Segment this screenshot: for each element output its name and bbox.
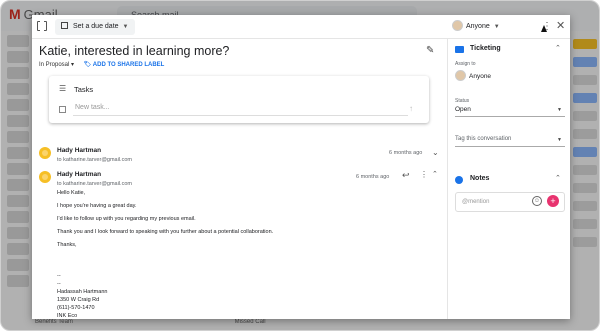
chevron-down-icon: ▼ xyxy=(122,24,129,30)
chevron-down-icon[interactable]: ⌄ xyxy=(432,148,439,157)
body-line: INK Eco xyxy=(57,313,78,319)
chevron-up-icon[interactable]: ⌃ xyxy=(432,170,438,178)
body-line: Thank you and I look forward to speaking… xyxy=(57,229,274,235)
note-placeholder: @mention xyxy=(462,199,490,205)
add-shared-label-button[interactable]: 🏷 ADD TO SHARED LABEL xyxy=(84,62,165,68)
emoji-icon[interactable]: ☺ xyxy=(532,196,542,206)
new-task-input[interactable]: New task... xyxy=(75,104,110,111)
body-line: Thanks, xyxy=(57,242,77,248)
status-dropdown[interactable]: Open xyxy=(455,106,471,113)
add-note-button[interactable]: + xyxy=(547,195,559,207)
modal-toolbar: Set a due date ▼ Anyone ▼ ⋮ ✕ xyxy=(32,15,570,39)
ticketing-section: Ticketing ⌃ Assign to Anyone Status Open… xyxy=(448,39,570,149)
close-icon[interactable]: ✕ xyxy=(556,18,565,34)
body-line: (611)-570-1470 xyxy=(57,305,95,311)
ticketing-sidebar: Ticketing ⌃ Assign to Anyone Status Open… xyxy=(447,39,570,319)
avatar xyxy=(39,171,51,183)
body-line: I hope you're having a great day. xyxy=(57,203,137,209)
conversation-pane: Katie, interested in learning more? ✎ In… xyxy=(32,39,447,319)
tasks-title: Tasks xyxy=(74,85,94,94)
conversation-modal: Set a due date ▼ Anyone ▼ ⋮ ✕ Katie, inter… xyxy=(32,15,570,319)
tag-conversation-field[interactable]: Tag this conversation xyxy=(455,136,511,142)
app-window: MGmail Search mail Benefits Team Missed … xyxy=(0,0,600,331)
tasks-list-icon: ☰ xyxy=(59,84,67,93)
body-line: -- xyxy=(57,273,61,279)
email-subject: Katie, interested in learning more? xyxy=(39,44,230,58)
message-recipient: to katharine.tarver@gmail.com xyxy=(57,181,132,187)
body-line: 1350 W Craig Rd xyxy=(57,297,100,303)
chevron-up-icon[interactable]: ⌃ xyxy=(555,174,561,182)
note-input[interactable]: @mention ☺ + xyxy=(455,192,565,212)
avatar xyxy=(39,147,51,159)
chevron-down-icon: ▼ xyxy=(493,24,500,30)
label-row: In Proposal ▾ 🏷 ADD TO SHARED LABEL xyxy=(39,61,164,68)
message-recipient: to katharine.tarver@gmail.com xyxy=(57,157,132,163)
avatar xyxy=(452,20,463,31)
assignee-label: Anyone xyxy=(466,23,490,30)
body-line: Hadassah Hartmann xyxy=(57,289,108,295)
edit-icon[interactable]: ✎ xyxy=(426,45,434,56)
status-underline xyxy=(455,116,565,117)
dropdown-arrow-icon: ▼ xyxy=(557,137,562,143)
message-time: 6 months ago xyxy=(389,150,423,156)
body-line: Hello Katie, xyxy=(57,190,86,196)
send-arrow-icon[interactable]: ↑ xyxy=(409,104,413,113)
due-date-label: Set a due date xyxy=(73,23,119,30)
notes-section: Notes ⌃ @mention ☺ + xyxy=(448,169,570,229)
body-line: -- xyxy=(57,281,61,287)
assign-to-dropdown[interactable]: Anyone xyxy=(455,70,491,81)
set-due-date-button[interactable]: Set a due date ▼ xyxy=(55,19,135,35)
message-sender: Hady Hartman xyxy=(57,171,102,178)
collapsed-message[interactable]: Hady Hartman to katharine.tarver@gmail.c… xyxy=(32,145,447,167)
label-dropdown[interactable]: In Proposal ▾ xyxy=(39,62,74,68)
tasks-card: ☰ Tasks New task... ↑ xyxy=(49,76,429,123)
ticketing-title: Ticketing xyxy=(470,45,501,52)
notes-title: Notes xyxy=(470,175,490,182)
status-label: Status xyxy=(455,98,470,104)
task-checkbox[interactable] xyxy=(59,106,66,113)
mouse-cursor xyxy=(541,25,547,32)
avatar xyxy=(455,70,466,81)
message-sender: Hady Hartman xyxy=(57,147,102,154)
reply-icon[interactable]: ↩ xyxy=(402,170,410,181)
expand-icon[interactable] xyxy=(37,20,47,32)
notes-icon xyxy=(455,176,463,184)
dropdown-arrow-icon: ▼ xyxy=(557,107,562,113)
more-options-icon[interactable]: ⋮ xyxy=(420,170,428,179)
assignee-dropdown[interactable]: Anyone ▼ xyxy=(452,19,500,35)
divider xyxy=(73,115,408,116)
message-time: 6 months ago xyxy=(356,174,390,180)
ticket-icon xyxy=(455,46,464,53)
tag-underline xyxy=(455,146,565,147)
body-line: I'd like to follow up with you regarding… xyxy=(57,216,196,222)
chevron-up-icon[interactable]: ⌃ xyxy=(555,44,561,52)
expanded-message: Hady Hartman to katharine.tarver@gmail.c… xyxy=(32,169,447,319)
calendar-icon xyxy=(61,22,68,29)
assign-to-label: Assign to xyxy=(455,61,476,67)
